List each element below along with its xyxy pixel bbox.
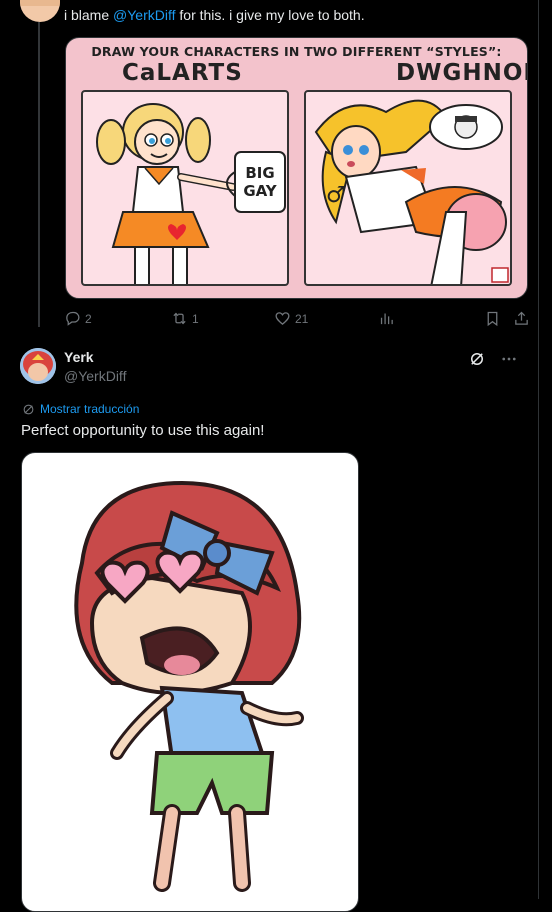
reply-tweet-text: i blame @YerkDiff for this. i give my lo… (64, 7, 365, 23)
avatar[interactable] (20, 0, 60, 22)
grok-icon[interactable] (468, 350, 486, 368)
bookmark-button[interactable] (484, 310, 501, 327)
repost-count: 1 (192, 311, 199, 326)
mention-link[interactable]: @YerkDiff (113, 7, 175, 23)
calarts-label: CaLARTS (122, 60, 243, 86)
tweet-header-actions (468, 350, 518, 368)
translate-link[interactable]: Mostrar traducción (22, 402, 139, 416)
meme-header: DRAW YOUR CHARACTERS IN TWO DIFFERENT “S… (91, 44, 502, 59)
reply-icon (66, 311, 80, 326)
tweet-media-image[interactable] (21, 452, 359, 912)
avatar-image (20, 348, 56, 384)
tweet-text: Perfect opportunity to use this again! (21, 422, 265, 439)
calarts-drawing: BIG GAY (96, 103, 286, 284)
more-icon[interactable] (500, 350, 518, 368)
cartoon-drawing (74, 480, 304, 892)
avatar-hair (20, 0, 60, 6)
svg-text:♂: ♂ (326, 183, 346, 208)
globe-icon (23, 404, 34, 414)
author-handle[interactable]: @YerkDiff (64, 368, 126, 384)
anime-panel: ♂ (304, 90, 512, 286)
share-icon (515, 311, 528, 325)
translate-label: Mostrar traducción (40, 402, 140, 416)
reply-text-before: i blame (64, 7, 114, 23)
tweet-action-bar: 2 1 21 (64, 310, 534, 330)
views-icon (380, 313, 393, 325)
share-button[interactable] (513, 310, 530, 327)
mug-text: BIG (245, 164, 274, 182)
anime-style-label: DWGHNODS (396, 60, 527, 86)
anime-drawing: ♂ (314, 99, 509, 284)
like-count: 21 (295, 311, 309, 326)
repost-icon (173, 312, 186, 325)
heart-icon (275, 312, 290, 325)
views-button[interactable] (378, 310, 395, 327)
calarts-panel: BIG GAY (81, 90, 289, 286)
like-button[interactable]: 21 (274, 310, 308, 327)
repost-button[interactable]: 1 (171, 310, 199, 327)
avatar[interactable] (20, 348, 56, 384)
bookmark-icon (487, 311, 498, 327)
svg-text:GAY: GAY (243, 182, 277, 200)
reply-count: 2 (85, 311, 92, 326)
author-name[interactable]: Yerk (64, 349, 94, 365)
timeline-column: i blame @YerkDiff for this. i give my lo… (0, 0, 539, 912)
reply-text-after: for this. i give my love to both. (175, 7, 365, 23)
tweet-media-image[interactable]: DRAW YOUR CHARACTERS IN TWO DIFFERENT “S… (65, 37, 528, 299)
thread-line (38, 22, 40, 327)
reply-button[interactable]: 2 (64, 310, 92, 327)
